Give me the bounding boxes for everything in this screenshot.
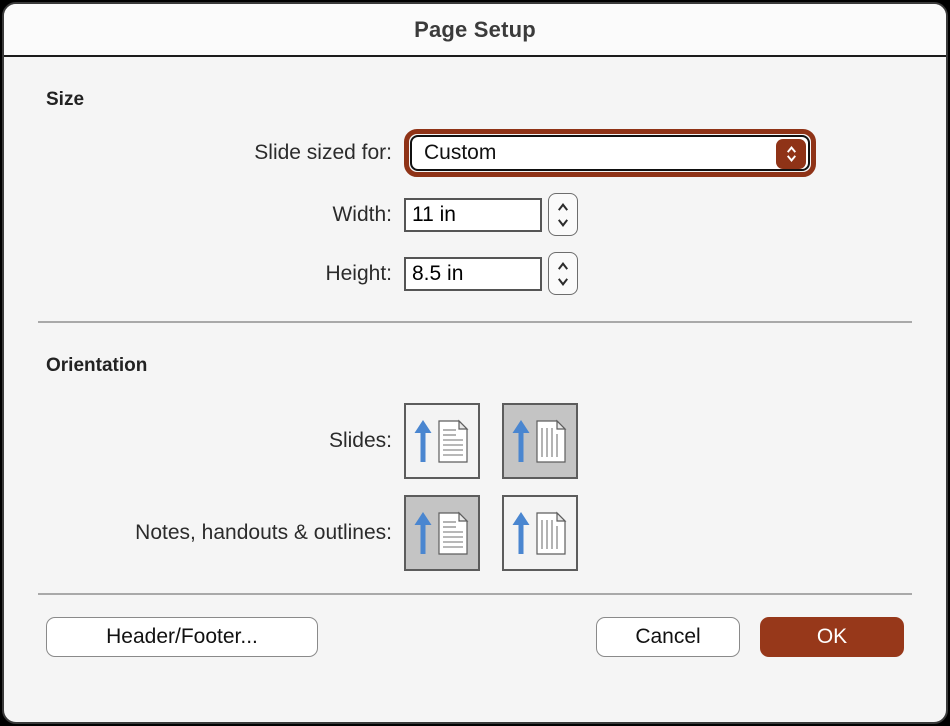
dialog-title: Page Setup — [414, 17, 536, 43]
dialog-footer: Header/Footer... Cancel OK — [26, 617, 924, 657]
section-divider-bottom — [38, 593, 912, 595]
dialog-titlebar: Page Setup — [4, 4, 946, 57]
ok-button[interactable]: OK — [760, 617, 904, 657]
dialog-content: Size Slide sized for: Custom Width: — [4, 89, 946, 657]
page-setup-dialog: Page Setup Size Slide sized for: Custom — [2, 2, 948, 724]
slides-landscape-button[interactable] — [502, 403, 578, 479]
slide-sized-for-label: Slide sized for: — [26, 141, 404, 165]
page-portrait-icon — [411, 412, 473, 470]
width-label: Width: — [26, 203, 404, 227]
section-divider-top — [38, 321, 912, 323]
height-label: Height: — [26, 262, 404, 286]
width-input[interactable]: 11 in — [404, 198, 542, 232]
slides-orientation-label: Slides: — [26, 429, 404, 453]
slide-sized-for-row: Slide sized for: Custom — [26, 129, 924, 177]
width-row: Width: 11 in — [26, 193, 924, 236]
notes-orientation-group — [404, 495, 578, 571]
slide-sized-for-value: Custom — [412, 141, 496, 165]
notes-landscape-button[interactable] — [502, 495, 578, 571]
slides-portrait-button[interactable] — [404, 403, 480, 479]
size-section-heading: Size — [46, 89, 924, 111]
slide-sized-for-focus-ring: Custom — [404, 129, 816, 177]
chevron-up-down-icon[interactable] — [776, 139, 806, 169]
notes-portrait-button[interactable] — [404, 495, 480, 571]
header-footer-button[interactable]: Header/Footer... — [46, 617, 318, 657]
slide-sized-for-select[interactable]: Custom — [410, 135, 810, 171]
height-input[interactable]: 8.5 in — [404, 257, 542, 291]
notes-orientation-label: Notes, handouts & outlines: — [26, 521, 404, 545]
height-stepper[interactable] — [548, 252, 578, 295]
page-portrait-icon — [411, 504, 473, 562]
page-landscape-icon — [509, 504, 571, 562]
width-stepper[interactable] — [548, 193, 578, 236]
slides-orientation-group — [404, 403, 578, 479]
notes-orientation-row: Notes, handouts & outlines: — [26, 495, 924, 571]
height-row: Height: 8.5 in — [26, 252, 924, 295]
orientation-section-heading: Orientation — [46, 355, 924, 377]
slides-orientation-row: Slides: — [26, 403, 924, 479]
cancel-button[interactable]: Cancel — [596, 617, 740, 657]
page-landscape-icon — [509, 412, 571, 470]
